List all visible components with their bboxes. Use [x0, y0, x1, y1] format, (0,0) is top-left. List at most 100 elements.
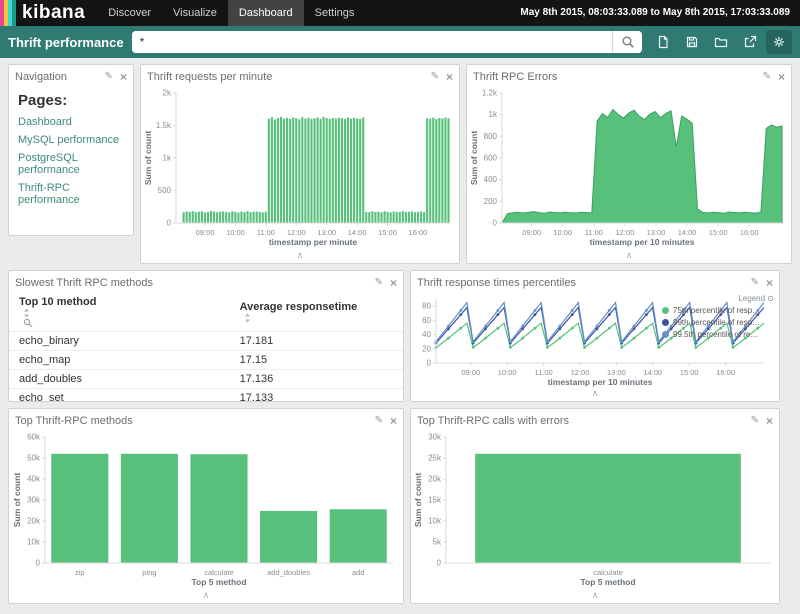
remove-panel-icon[interactable]: × — [390, 415, 397, 427]
page-link-dashboard[interactable]: Dashboard — [18, 116, 124, 128]
query-input[interactable] — [132, 31, 612, 53]
panel-title: Slowest Thrift RPC methods — [15, 277, 368, 289]
edit-panel-icon[interactable]: ✎ — [431, 72, 439, 82]
dashboard-row-1: Navigation ✎ × Pages: Dashboard MySQL pe… — [8, 64, 792, 264]
edit-panel-icon[interactable]: ✎ — [751, 278, 759, 288]
svg-text:20: 20 — [422, 344, 431, 353]
remove-panel-icon[interactable]: × — [446, 71, 453, 83]
remove-panel-icon[interactable]: × — [120, 71, 127, 83]
time-range-picker[interactable]: May 8th 2015, 08:03:33.089 to May 8th 20… — [520, 0, 800, 26]
new-dashboard-button[interactable] — [650, 30, 676, 54]
svg-text:Top 5 method: Top 5 method — [580, 577, 635, 587]
edit-panel-icon[interactable]: ✎ — [375, 278, 383, 288]
panel-top-calls-with-errors: Top Thrift-RPC calls with errors ✎ × cal… — [410, 408, 780, 604]
page-link-postgresql[interactable]: PostgreSQL performance — [18, 152, 124, 176]
svg-text:0: 0 — [437, 559, 442, 568]
legend-toggle-icon[interactable]: ⊙ — [767, 294, 774, 303]
svg-text:5k: 5k — [433, 538, 442, 547]
responsetime-cell: 17.136 — [230, 370, 403, 389]
gear-icon — [772, 35, 786, 49]
collapse-panel-button[interactable]: ∧ — [141, 249, 459, 263]
nav-item-dashboard[interactable]: Dashboard — [228, 0, 304, 26]
remove-panel-icon[interactable]: × — [390, 277, 397, 289]
share-dashboard-button[interactable] — [737, 30, 763, 54]
table-row[interactable]: echo_set 17.133 — [9, 389, 403, 403]
responsetime-cell: 17.133 — [230, 389, 403, 403]
toolbar-actions — [650, 30, 792, 54]
dashboard-title: Thrift performance — [8, 35, 124, 50]
sort-icon[interactable] — [244, 313, 251, 323]
collapse-panel-button[interactable]: ∧ — [411, 589, 779, 603]
table-header-row: Top 10 method Average responsetime — [9, 293, 403, 332]
column-label: Top 10 method — [19, 296, 96, 308]
column-header-responsetime[interactable]: Average responsetime — [230, 293, 403, 332]
options-button[interactable] — [766, 30, 792, 54]
search-button[interactable] — [612, 31, 642, 53]
load-dashboard-button[interactable] — [708, 30, 734, 54]
chart-container: 02004006008001k1.2k09:0010:0011:0012:001… — [467, 87, 791, 249]
nav-item-visualize[interactable]: Visualize — [162, 0, 228, 26]
legend-entry[interactable]: 99th percentile of resp… — [662, 318, 774, 327]
chart-legend: Legend ⊙ 75th percentile of resp… 99th p… — [662, 294, 774, 342]
legend-label: 75th percentile of resp… — [673, 306, 760, 315]
method-cell: echo_binary — [9, 332, 230, 351]
top-navbar: kibana Discover Visualize Dashboard Sett… — [0, 0, 800, 26]
page-link-thrift-rpc[interactable]: Thrift-RPC performance — [18, 182, 124, 206]
legend-entry[interactable]: 99.5th percentile of re… — [662, 330, 774, 339]
sort-icon[interactable] — [23, 308, 30, 318]
main-nav: Discover Visualize Dashboard Settings — [97, 0, 365, 26]
svg-text:1.5k: 1.5k — [156, 121, 172, 130]
table-row[interactable]: add_doubles 17.136 — [9, 370, 403, 389]
dashboard-row-2: Slowest Thrift RPC methods ✎ × Top 10 me… — [8, 270, 792, 402]
panel-title: Thrift RPC Errors — [473, 71, 756, 83]
kibana-logo[interactable]: kibana — [0, 0, 97, 26]
column-header-method[interactable]: Top 10 method — [9, 293, 230, 332]
svg-text:10:00: 10:00 — [226, 228, 245, 237]
collapse-panel-button[interactable]: ∧ — [467, 249, 791, 263]
panel-thrift-requests: Thrift requests per minute ✎ × 05001k1.5… — [140, 64, 460, 264]
svg-text:200: 200 — [484, 197, 498, 206]
svg-text:zip: zip — [75, 568, 85, 577]
edit-panel-icon[interactable]: ✎ — [763, 72, 771, 82]
panel-response-percentiles: Thrift response times percentiles ✎ × 02… — [410, 270, 780, 402]
svg-text:09:00: 09:00 — [522, 228, 541, 237]
method-cell: echo_map — [9, 351, 230, 370]
edit-panel-icon[interactable]: ✎ — [751, 416, 759, 426]
new-document-icon — [656, 35, 670, 49]
page-link-mysql[interactable]: MySQL performance — [18, 134, 124, 146]
remove-panel-icon[interactable]: × — [778, 71, 785, 83]
rpc-errors-chart: 02004006008001k1.2k09:0010:0011:0012:001… — [468, 87, 790, 249]
svg-text:16:00: 16:00 — [716, 368, 735, 377]
legend-header[interactable]: Legend ⊙ — [662, 294, 774, 303]
svg-text:12:00: 12:00 — [571, 368, 590, 377]
top-errors-chart: calculate05k10k15k20k25k30kTop 5 methodS… — [412, 431, 778, 589]
collapse-panel-button[interactable]: ∧ — [411, 387, 779, 401]
legend-entry[interactable]: 75th percentile of resp… — [662, 306, 774, 315]
svg-text:25k: 25k — [428, 454, 442, 463]
responsetime-cell: 17.181 — [230, 332, 403, 351]
nav-item-discover[interactable]: Discover — [97, 0, 162, 26]
svg-text:13:00: 13:00 — [607, 368, 626, 377]
edit-panel-icon[interactable]: ✎ — [105, 72, 113, 82]
edit-panel-icon[interactable]: ✎ — [375, 416, 383, 426]
save-icon — [685, 35, 699, 49]
remove-panel-icon[interactable]: × — [766, 277, 773, 289]
requests-per-minute-chart: 05001k1.5k2k09:0010:0011:0012:0013:0014:… — [142, 87, 458, 249]
svg-text:0: 0 — [36, 559, 41, 568]
table-row[interactable]: echo_binary 17.181 — [9, 332, 403, 351]
svg-text:2k: 2k — [163, 89, 172, 98]
nav-item-settings[interactable]: Settings — [304, 0, 366, 26]
svg-text:15k: 15k — [428, 496, 442, 505]
svg-text:10:00: 10:00 — [553, 228, 572, 237]
collapse-panel-button[interactable]: ∧ — [9, 589, 403, 603]
table-row[interactable]: echo_map 17.15 — [9, 351, 403, 370]
svg-text:15:00: 15:00 — [709, 228, 728, 237]
svg-text:timestamp per 10 minutes: timestamp per 10 minutes — [590, 237, 695, 247]
filter-magnifier-icon[interactable] — [23, 318, 33, 328]
remove-panel-icon[interactable]: × — [766, 415, 773, 427]
responsetime-cell: 17.15 — [230, 351, 403, 370]
search-bar — [132, 31, 642, 53]
svg-text:40: 40 — [422, 330, 431, 339]
save-dashboard-button[interactable] — [679, 30, 705, 54]
svg-text:0: 0 — [167, 219, 172, 228]
